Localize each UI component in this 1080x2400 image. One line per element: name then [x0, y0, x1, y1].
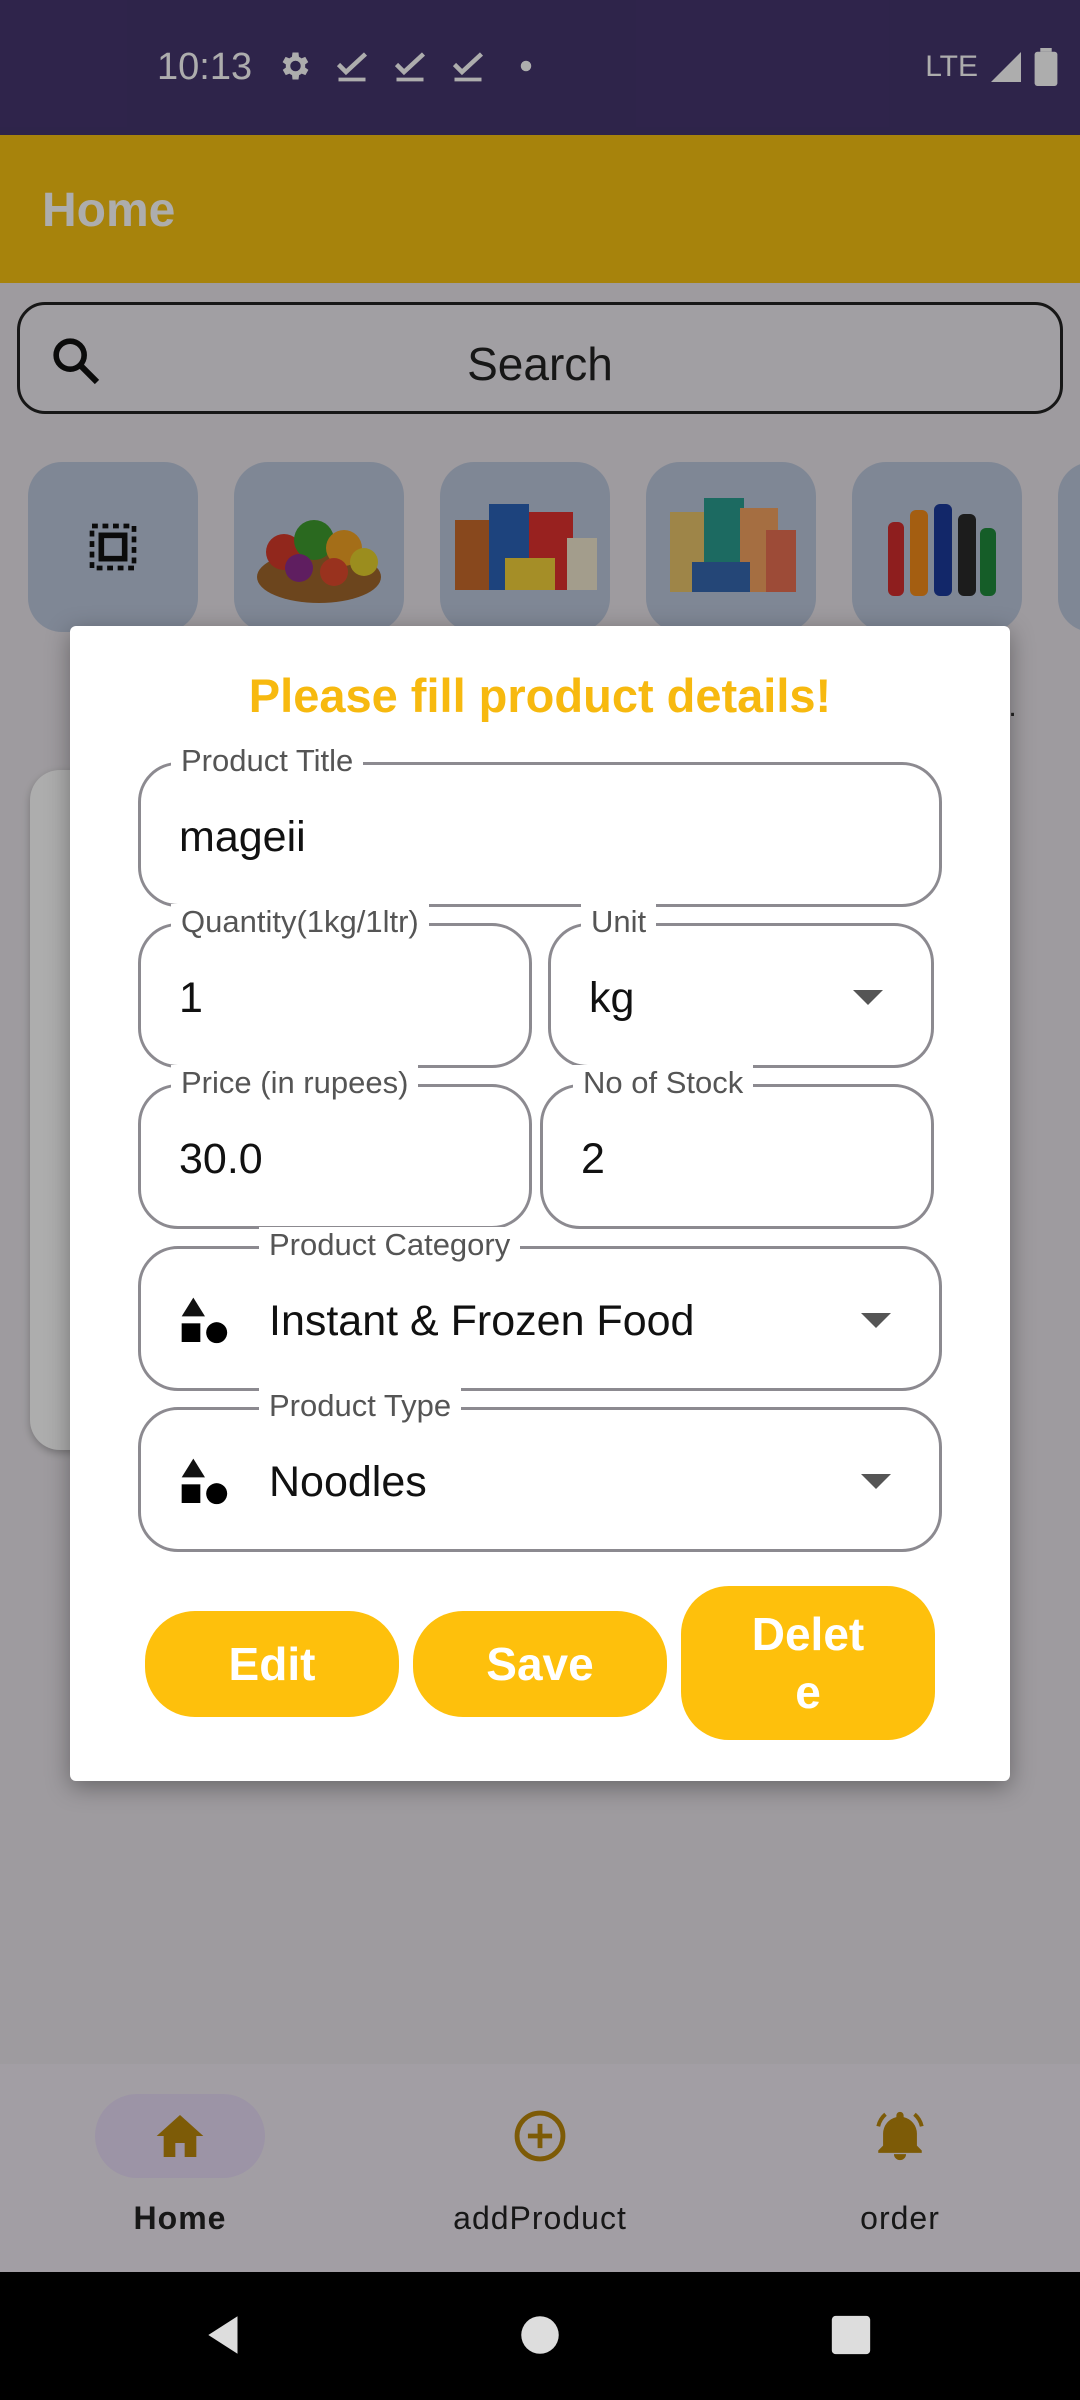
price-input[interactable]: 30.0 [179, 1135, 263, 1184]
product-type-value: Noodles [269, 1458, 427, 1506]
chevron-down-icon [861, 1313, 891, 1328]
chevron-down-icon [853, 990, 883, 1005]
unit-dropdown[interactable]: Unit kg [548, 904, 934, 1068]
unit-value: kg [589, 974, 635, 1022]
stock-input[interactable]: 2 [581, 1135, 605, 1184]
home-button-icon[interactable] [515, 2310, 565, 2360]
delete-button-label-line1: Delet [751, 1608, 865, 1660]
back-icon[interactable] [200, 2310, 250, 2360]
category-shapes-icon [181, 1297, 228, 1344]
delete-button[interactable]: Delet e [681, 1586, 935, 1740]
price-label: Price (in rupees) [171, 1065, 419, 1101]
dialog-heading: Please fill product details! [248, 669, 832, 722]
quantity-field[interactable]: Quantity(1kg/1ltr) 1 [138, 904, 532, 1068]
unit-label: Unit [581, 904, 657, 940]
product-type-label: Product Type [259, 1388, 462, 1424]
recents-icon[interactable] [828, 2312, 874, 2358]
stock-label: No of Stock [573, 1065, 754, 1101]
quantity-input[interactable]: 1 [179, 974, 203, 1023]
delete-button-label-line2: e [795, 1666, 821, 1718]
product-category-dropdown[interactable]: Product Category Instant & Frozen Food [138, 1227, 942, 1391]
product-title-label: Product Title [171, 743, 364, 779]
price-field[interactable]: Price (in rupees) 30.0 [138, 1065, 532, 1229]
product-title-input[interactable]: mageii [179, 813, 306, 862]
product-category-value: Instant & Frozen Food [269, 1297, 695, 1345]
save-button[interactable]: Save [413, 1611, 667, 1717]
system-navigation-bar [0, 2272, 1080, 2400]
edit-button[interactable]: Edit [145, 1611, 399, 1717]
product-category-label: Product Category [259, 1227, 521, 1263]
category-shapes-icon [181, 1458, 228, 1505]
chevron-down-icon [861, 1474, 891, 1489]
product-title-field[interactable]: Product Title mageii [138, 743, 942, 907]
quantity-label: Quantity(1kg/1ltr) [171, 904, 429, 940]
product-type-dropdown[interactable]: Product Type Noodles [138, 1388, 942, 1552]
product-details-dialog: Please fill product details! Product Tit… [70, 626, 1010, 1781]
stock-field[interactable]: No of Stock 2 [540, 1065, 934, 1229]
